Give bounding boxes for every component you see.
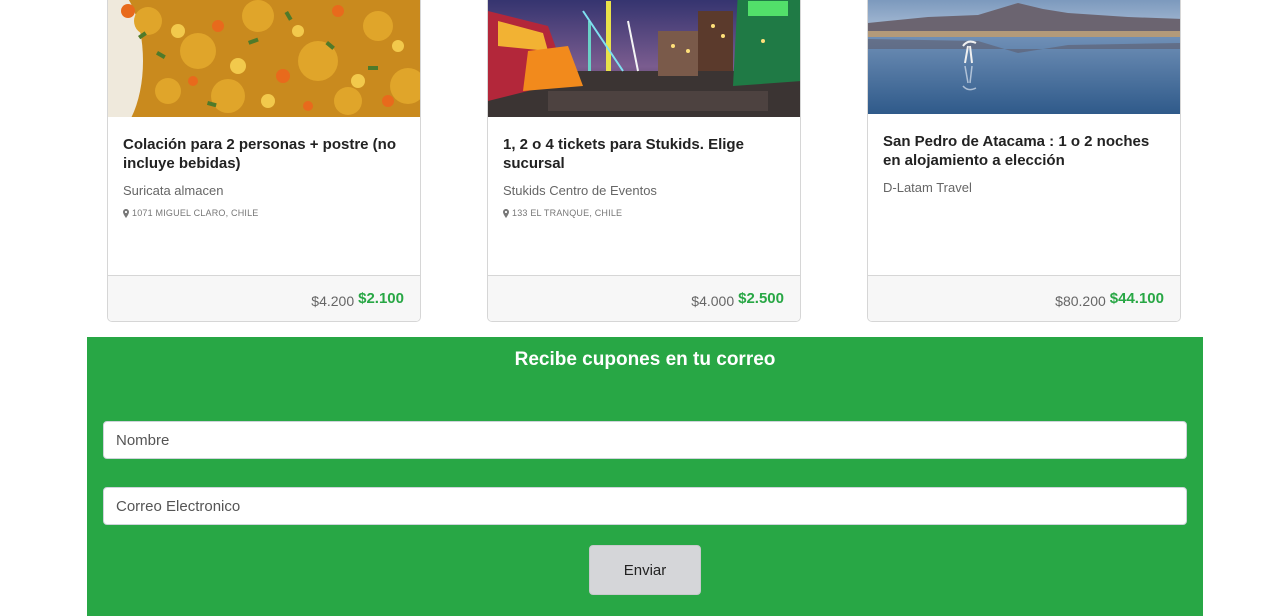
deal-card[interactable]: 1, 2 o 4 tickets para Stukids. Elige suc… — [487, 0, 801, 322]
deal-merchant: D-Latam Travel — [883, 180, 972, 195]
deal-price-footer: $80.200 $44.100 — [868, 275, 1180, 321]
deal-card[interactable]: Colación para 2 personas + postre (no in… — [107, 0, 421, 322]
deal-old-price: $80.200 — [1055, 292, 1106, 309]
deal-card-body: San Pedro de Atacama : 1 o 2 noches en a… — [883, 132, 1166, 195]
newsletter-section: Recibe cupones en tu correo Enviar — [87, 337, 1203, 616]
deal-image-food[interactable] — [108, 0, 420, 117]
deal-price-footer: $4.200 $2.100 — [108, 275, 420, 321]
deal-card-body: Colación para 2 personas + postre (no in… — [123, 135, 406, 218]
deal-title[interactable]: 1, 2 o 4 tickets para Stukids. Elige suc… — [503, 135, 786, 173]
deal-old-price: $4.000 — [691, 292, 735, 309]
deal-new-price: $2.500 — [738, 290, 784, 307]
deal-address: 133 EL TRANQUE, CHILE — [503, 208, 786, 218]
deal-new-price: $2.100 — [358, 290, 404, 307]
deal-image-atacama[interactable] — [868, 0, 1180, 114]
deal-title[interactable]: Colación para 2 personas + postre (no in… — [123, 135, 406, 173]
email-input[interactable] — [103, 487, 1187, 525]
map-marker-icon — [503, 208, 509, 218]
deal-new-price: $44.100 — [1109, 290, 1164, 307]
deal-cards: Colación para 2 personas + postre (no in… — [0, 0, 1262, 330]
deal-old-price: $4.200 — [311, 292, 355, 309]
newsletter-title: Recibe cupones en tu correo — [514, 349, 776, 370]
deal-address-text: 133 EL TRANQUE, CHILE — [512, 208, 623, 218]
deal-card[interactable]: San Pedro de Atacama : 1 o 2 noches en a… — [867, 0, 1181, 322]
map-marker-icon — [123, 208, 129, 218]
deal-address-text: 1071 MIGUEL CLARO, CHILE — [132, 208, 259, 218]
deal-address: 1071 MIGUEL CLARO, CHILE — [123, 208, 406, 218]
deal-price-footer: $4.000 $2.500 — [488, 275, 800, 321]
submit-button[interactable]: Enviar — [589, 545, 701, 595]
deal-merchant: Stukids Centro de Eventos — [503, 183, 657, 198]
deal-image-fair[interactable] — [488, 0, 800, 117]
deal-merchant: Suricata almacen — [123, 183, 224, 198]
deal-card-body: 1, 2 o 4 tickets para Stukids. Elige suc… — [503, 135, 786, 218]
deal-title[interactable]: San Pedro de Atacama : 1 o 2 noches en a… — [883, 132, 1166, 170]
name-input[interactable] — [103, 421, 1187, 459]
